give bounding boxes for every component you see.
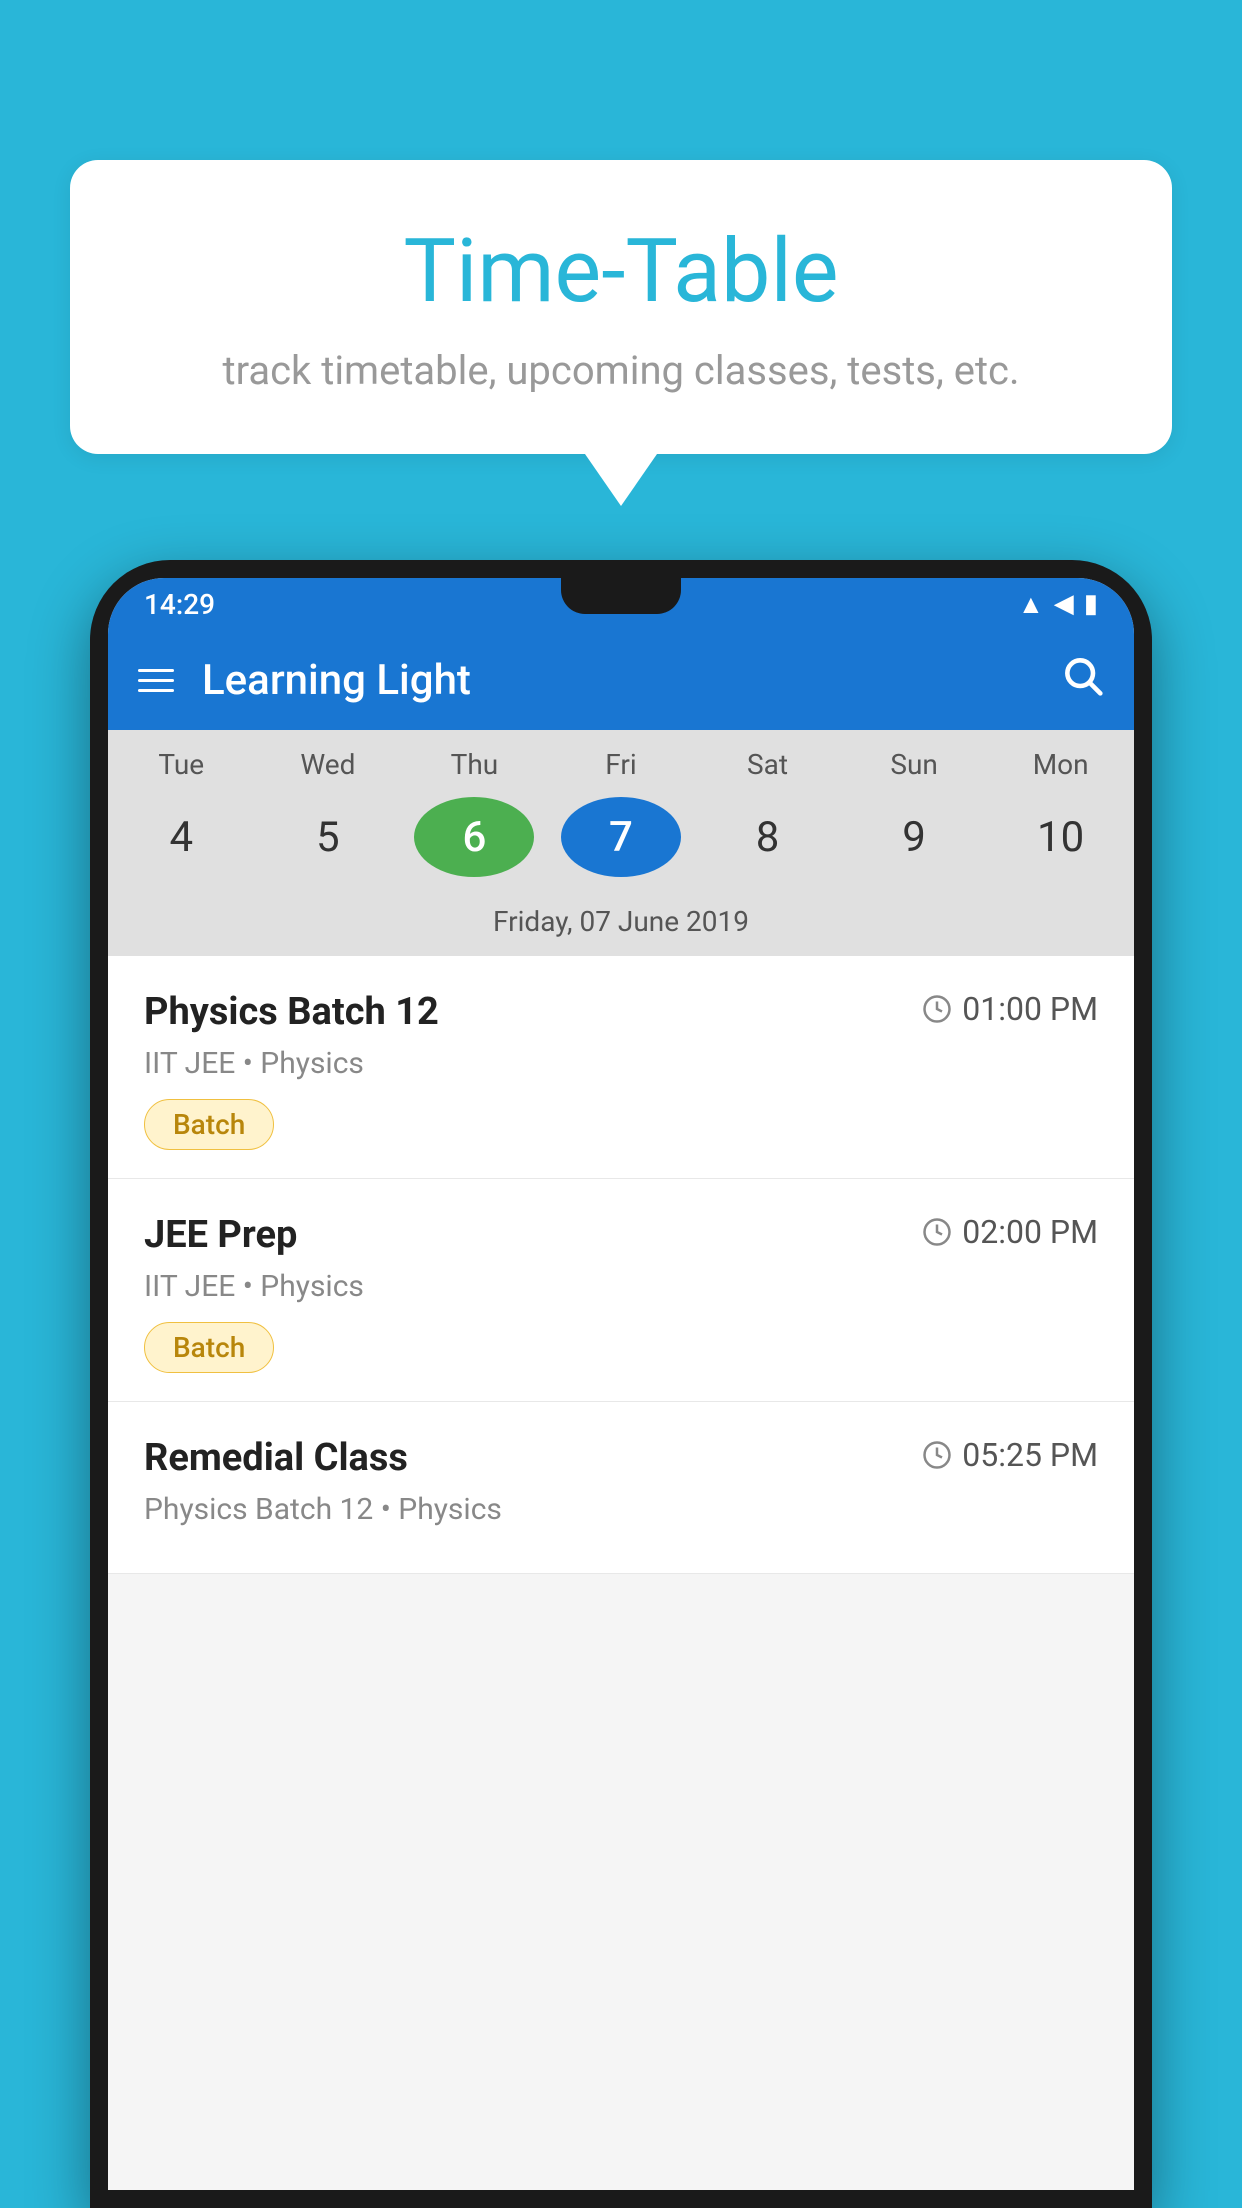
schedule-item-3[interactable]: Remedial Class 05:25 PM Physics Batch 12… [108,1402,1134,1574]
speech-bubble-container: Time-Table track timetable, upcoming cla… [70,160,1172,506]
status-bar-icons: ▲ ◀ ▮ [1018,589,1098,620]
calendar-strip: Tue Wed Thu Fri Sat Sun Mon 4 5 6 7 8 9 … [108,730,1134,956]
schedule-item-3-title: Remedial Class [144,1436,408,1480]
hamburger-line-1 [138,669,174,672]
phone-screen: 14:29 ▲ ◀ ▮ Learning Light [108,578,1134,2190]
day-sat[interactable]: Sat [708,748,828,781]
schedule-item-3-header: Remedial Class 05:25 PM [144,1436,1098,1480]
schedule-item-2-subtitle: IIT JEE • Physics [144,1269,1098,1304]
date-9[interactable]: 9 [854,797,974,877]
wifi-icon: ▲ [1018,589,1044,620]
schedule-item-3-time-container: 05:25 PM [922,1436,1098,1474]
day-wed[interactable]: Wed [268,748,388,781]
schedule-item-1-time: 01:00 PM [962,990,1098,1028]
day-sun[interactable]: Sun [854,748,974,781]
app-header: Learning Light [108,630,1134,730]
hamburger-menu-icon[interactable] [138,669,174,692]
day-fri[interactable]: Fri [561,748,681,781]
schedule-item-1-title: Physics Batch 12 [144,990,439,1034]
schedule-item-1-header: Physics Batch 12 01:00 PM [144,990,1098,1034]
battery-icon: ▮ [1084,589,1098,619]
date-numbers-row: 4 5 6 7 8 9 10 [108,789,1134,895]
day-names-row: Tue Wed Thu Fri Sat Sun Mon [108,730,1134,789]
schedule-item-3-time: 05:25 PM [962,1436,1098,1474]
speech-bubble-title: Time-Table [130,220,1112,323]
speech-bubble-subtitle: track timetable, upcoming classes, tests… [130,347,1112,394]
clock-icon-1 [922,994,952,1024]
clock-icon-3 [922,1440,952,1470]
date-10[interactable]: 10 [1001,797,1121,877]
schedule-item-2-header: JEE Prep 02:00 PM [144,1213,1098,1257]
day-mon[interactable]: Mon [1001,748,1121,781]
hamburger-line-2 [138,679,174,682]
schedule-item-1[interactable]: Physics Batch 12 01:00 PM IIT JEE • Phys… [108,956,1134,1179]
date-6-today[interactable]: 6 [414,797,534,877]
schedule-item-1-subtitle: IIT JEE • Physics [144,1046,1098,1081]
schedule-list: Physics Batch 12 01:00 PM IIT JEE • Phys… [108,956,1134,1574]
schedule-item-3-subtitle: Physics Batch 12 • Physics [144,1492,1098,1527]
schedule-item-2-time: 02:00 PM [962,1213,1098,1251]
signal-icon: ◀ [1054,589,1074,619]
date-8[interactable]: 8 [708,797,828,877]
day-thu[interactable]: Thu [414,748,534,781]
schedule-item-2-badge: Batch [144,1322,274,1373]
speech-bubble: Time-Table track timetable, upcoming cla… [70,160,1172,454]
phone-frame: 14:29 ▲ ◀ ▮ Learning Light [90,560,1152,2208]
schedule-item-2-title: JEE Prep [144,1213,297,1257]
phone-notch [561,578,681,614]
app-title: Learning Light [202,656,471,705]
selected-date-label: Friday, 07 June 2019 [108,895,1134,956]
hamburger-line-3 [138,689,174,692]
schedule-item-1-time-container: 01:00 PM [922,990,1098,1028]
date-4[interactable]: 4 [121,797,241,877]
search-button[interactable] [1060,653,1104,708]
status-bar-time: 14:29 [144,588,215,621]
schedule-item-2[interactable]: JEE Prep 02:00 PM IIT JEE • Physics Batc… [108,1179,1134,1402]
date-7-selected[interactable]: 7 [561,797,681,877]
clock-icon-2 [922,1217,952,1247]
app-header-left: Learning Light [138,656,471,705]
date-5[interactable]: 5 [268,797,388,877]
day-tue[interactable]: Tue [121,748,241,781]
schedule-item-1-badge: Batch [144,1099,274,1150]
speech-bubble-tail [585,454,657,506]
schedule-item-2-time-container: 02:00 PM [922,1213,1098,1251]
